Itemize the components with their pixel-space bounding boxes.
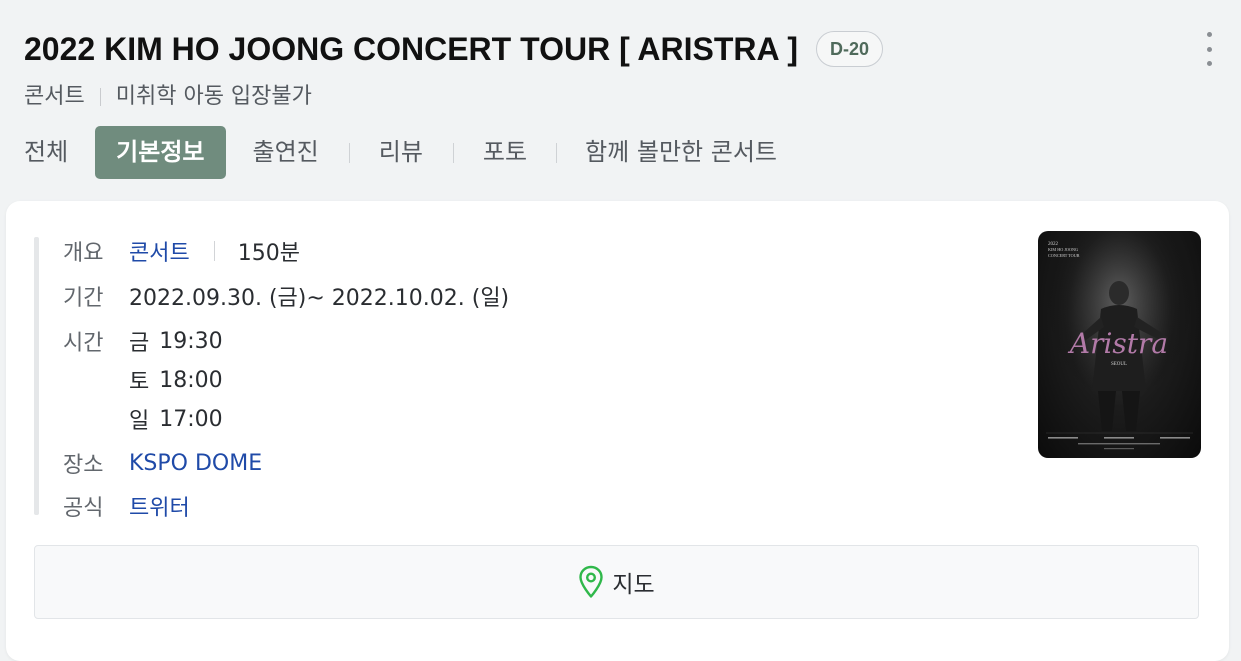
period-text: 2022.09.30. (금)~ 2022.10.02. (일) — [129, 286, 510, 311]
time-entry: 일 17:00 — [129, 403, 223, 435]
basic-info-card: 개요 콘서트 150분 기간 2022.09.30. (금)~ 2022.10.… — [6, 201, 1229, 661]
poster-line1: KIM HO JOONG — [1048, 247, 1078, 252]
duration-text: 150분 — [237, 241, 300, 266]
time-entry: 토 18:00 — [129, 364, 223, 396]
venue-link[interactable]: KSPO DOME — [129, 451, 262, 476]
more-dot-icon — [1206, 32, 1212, 37]
tab-bar: 전체 기본정보 출연진 리뷰 포토 함께 볼만한 콘서트 — [24, 126, 777, 179]
more-dot-icon — [1206, 61, 1212, 66]
page-header: 2022 KIM HO JOONG CONCERT TOUR [ ARISTRA… — [0, 0, 1241, 200]
poster-city: SEOUL — [1111, 362, 1127, 367]
tab-all[interactable]: 전체 — [24, 126, 68, 179]
info-label: 시간 — [63, 331, 104, 356]
dday-badge: D-20 — [816, 31, 884, 67]
map-pin-icon — [579, 565, 604, 598]
info-value: 콘서트 150분 — [129, 235, 300, 267]
time-value: 17:00 — [159, 406, 223, 432]
divider — [213, 241, 215, 261]
map-button-label: 지도 — [612, 572, 655, 598]
concert-poster[interactable]: 2022 KIM HO JOONG CONCERT TOUR Aristra S… — [1038, 231, 1201, 458]
subtitle: 콘서트 미취학 아동 입장불가 — [24, 80, 312, 114]
twitter-link[interactable]: 트위터 — [129, 490, 190, 522]
map-button[interactable]: 지도 — [34, 545, 1199, 619]
info-accent-bar — [34, 237, 39, 515]
divider — [99, 88, 101, 106]
info-label: 공식 — [63, 496, 104, 521]
poster-line2: CONCERT TOUR — [1048, 253, 1080, 258]
time-day: 일 — [129, 409, 150, 434]
time-entry: 금 19:30 — [129, 325, 223, 357]
tab-photos[interactable]: 포토 — [483, 126, 527, 179]
title-row: 2022 KIM HO JOONG CONCERT TOUR [ ARISTRA… — [24, 26, 884, 72]
time-value: 18:00 — [159, 367, 223, 393]
page-title: 2022 KIM HO JOONG CONCERT TOUR [ ARISTRA… — [24, 31, 798, 67]
time-value: 19:30 — [159, 328, 223, 354]
time-day: 토 — [129, 370, 150, 395]
age-restriction-text: 미취학 아동 입장불가 — [115, 84, 312, 109]
poster-script-title: Aristra — [1067, 327, 1168, 360]
genre-link[interactable]: 콘서트 — [129, 235, 190, 267]
tab-divider — [556, 142, 558, 163]
tab-basic-info[interactable]: 기본정보 — [95, 126, 226, 179]
more-dot-icon — [1206, 46, 1212, 52]
tab-cast[interactable]: 출연진 — [253, 126, 319, 179]
category-text: 콘서트 — [24, 84, 85, 109]
tab-reviews[interactable]: 리뷰 — [379, 126, 423, 179]
info-label: 개요 — [63, 241, 104, 266]
tab-related-concerts[interactable]: 함께 볼만한 콘서트 — [585, 126, 777, 179]
time-day: 금 — [129, 331, 150, 356]
tab-divider — [348, 142, 350, 163]
tab-divider — [452, 142, 454, 163]
poster-artwork: 2022 KIM HO JOONG CONCERT TOUR Aristra S… — [1038, 231, 1201, 458]
info-label: 기간 — [63, 286, 104, 311]
more-options-button[interactable] — [1203, 32, 1215, 66]
info-label: 장소 — [63, 453, 104, 478]
